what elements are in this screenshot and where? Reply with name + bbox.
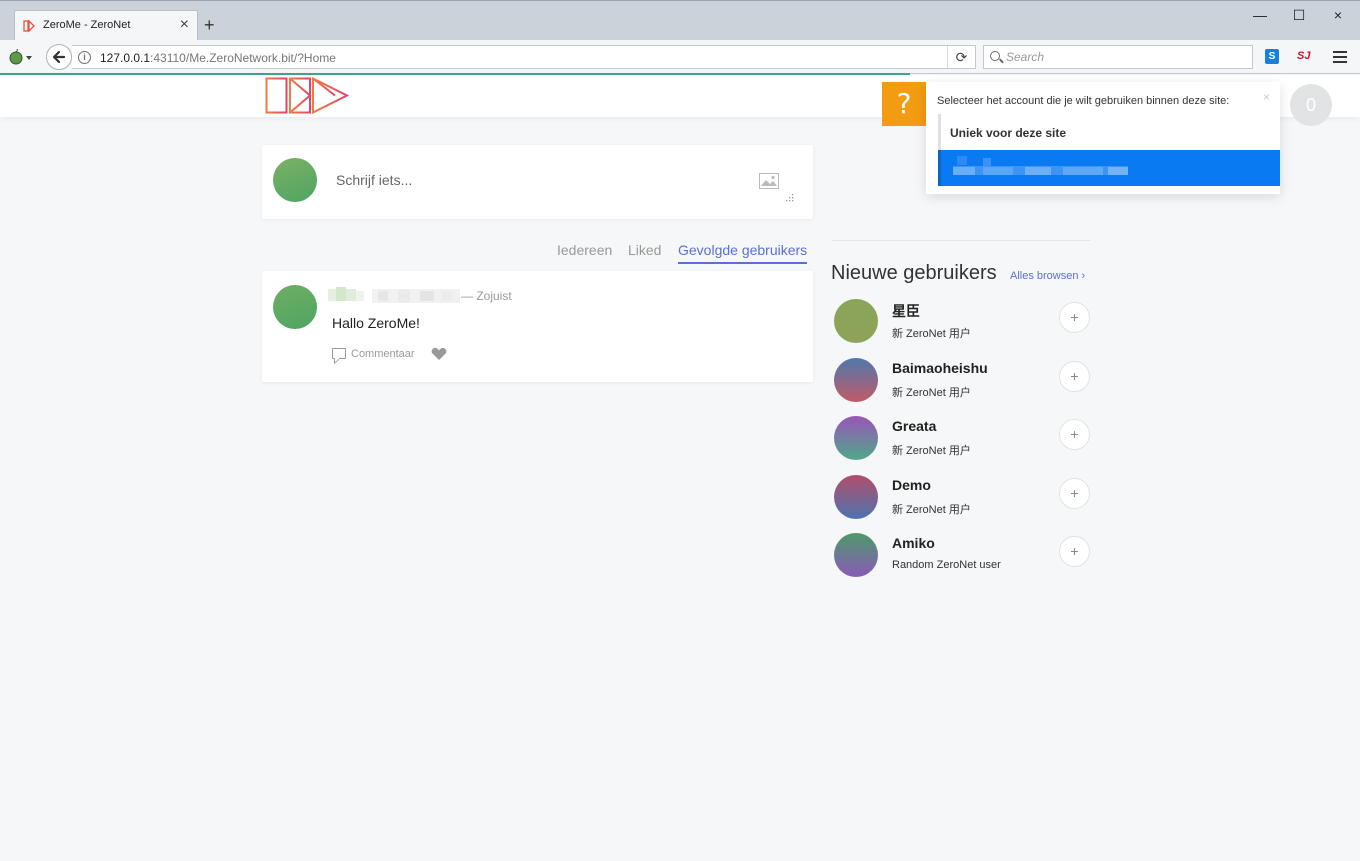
comment-label: Commentaar [351, 348, 415, 360]
search-input[interactable] [1006, 49, 1246, 65]
search-bar[interactable] [983, 45, 1253, 69]
minimize-icon[interactable]: — [1250, 7, 1270, 23]
follow-button[interactable]: + [1059, 478, 1090, 509]
user-avatar[interactable] [834, 358, 878, 402]
back-button[interactable] [46, 44, 72, 70]
user-avatar[interactable] [834, 533, 878, 577]
like-heart-icon[interactable] [431, 347, 447, 361]
blurred-account-id [953, 156, 1128, 175]
user-description: 新 ZeroNet 用户 [892, 387, 971, 399]
browser-tab[interactable]: ZeroMe - ZeroNet × [14, 10, 198, 41]
follow-button[interactable]: + [1059, 361, 1090, 392]
post-author-avatar[interactable] [273, 285, 317, 329]
user-name[interactable]: 星臣 [892, 301, 920, 321]
user-description: 新 ZeroNet 用户 [892, 445, 971, 457]
post-card: — Zojuist Hallo ZeroMe! Commentaar [262, 271, 813, 382]
site-info-icon[interactable]: i [78, 51, 91, 64]
popup-close-icon[interactable]: × [1263, 90, 1270, 104]
post-input[interactable] [336, 172, 736, 194]
user-description: 新 ZeroNet 用户 [892, 504, 971, 516]
comment-icon [332, 348, 346, 359]
user-description: Random ZeroNet user [892, 559, 1001, 571]
new-users-title: Nieuwe gebruikers [831, 262, 997, 284]
sj-extension-icon[interactable]: SJ [1297, 49, 1312, 64]
sidebar-divider [832, 240, 1090, 241]
follow-button[interactable]: + [1059, 302, 1090, 333]
new-user-item[interactable]: Demo 新 ZeroNet 用户 + [834, 475, 1092, 521]
browse-all-link[interactable]: Alles browsen › [1010, 270, 1085, 282]
new-tab-icon[interactable]: + [204, 16, 215, 34]
user-avatar[interactable] [834, 475, 878, 519]
notification-count-badge[interactable]: 0 [1290, 84, 1332, 126]
loading-progress-bar [0, 73, 910, 75]
blurred-author-id[interactable] [372, 285, 460, 305]
user-description: 新 ZeroNet 用户 [892, 328, 971, 340]
skype-extension-icon[interactable]: S [1265, 49, 1279, 64]
browser-titlebar: ZeroMe - ZeroNet × + — ☐ × [0, 0, 1360, 41]
new-user-item[interactable]: Baimaoheishu 新 ZeroNet 用户 + [834, 358, 1092, 404]
my-avatar [273, 158, 317, 202]
user-name[interactable]: Baimaoheishu [892, 360, 988, 376]
image-upload-icon[interactable] [759, 173, 779, 189]
tab-liked[interactable]: Liked [628, 242, 661, 258]
url-text[interactable]: 127.0.0.1:43110/Me.ZeroNetwork.bit/?Home [100, 51, 336, 65]
hamburger-menu-icon[interactable] [1333, 51, 1347, 63]
comment-button[interactable]: Commentaar [332, 348, 415, 360]
account-option-selected[interactable] [938, 150, 1280, 186]
post-body: Hallo ZeroMe! [332, 315, 420, 331]
browser-navbar: i 127.0.0.1:43110/Me.ZeroNetwork.bit/?Ho… [0, 40, 1360, 74]
blurred-author-name[interactable] [328, 285, 364, 305]
compose-box [262, 145, 813, 219]
window-close-icon[interactable]: × [1328, 7, 1348, 23]
tab-followed-users[interactable]: Gevolgde gebruikers [678, 242, 808, 264]
user-avatar[interactable] [834, 299, 878, 343]
user-name[interactable]: Amiko [892, 535, 935, 551]
new-user-item[interactable]: 星臣 新 ZeroNet 用户 + [834, 299, 1092, 345]
back-arrow-icon [52, 50, 66, 64]
zeronet-favicon-icon [23, 19, 35, 33]
account-select-popup: Selecteer het account die je wilt gebrui… [926, 82, 1280, 194]
user-avatar[interactable] [834, 416, 878, 460]
tab-close-icon[interactable]: × [180, 16, 189, 34]
zerome-logo[interactable] [265, 77, 349, 114]
onion-icon[interactable] [8, 49, 34, 65]
follow-button[interactable]: + [1059, 419, 1090, 450]
resize-grip-icon[interactable] [786, 194, 794, 202]
new-user-item[interactable]: Amiko Random ZeroNet user + [834, 533, 1092, 579]
follow-button[interactable]: + [1059, 536, 1090, 567]
maximize-icon[interactable]: ☐ [1289, 7, 1309, 23]
user-name[interactable]: Greata [892, 418, 936, 434]
post-time: — Zojuist [461, 289, 512, 303]
url-bar[interactable]: i 127.0.0.1:43110/Me.ZeroNetwork.bit/?Ho… [72, 45, 976, 69]
new-user-item[interactable]: Greata 新 ZeroNet 用户 + [834, 416, 1092, 462]
tab-everyone[interactable]: Iedereen [557, 242, 612, 258]
account-option-unique[interactable]: Uniek voor deze site [938, 114, 1280, 150]
search-icon [990, 51, 1000, 61]
account-select-prompt: Selecteer het account die je wilt gebrui… [937, 95, 1230, 107]
tab-title: ZeroMe - ZeroNet [43, 19, 131, 31]
reload-icon[interactable]: ⟳ [947, 46, 975, 68]
help-question-badge: ? [882, 82, 926, 126]
user-name[interactable]: Demo [892, 477, 931, 493]
